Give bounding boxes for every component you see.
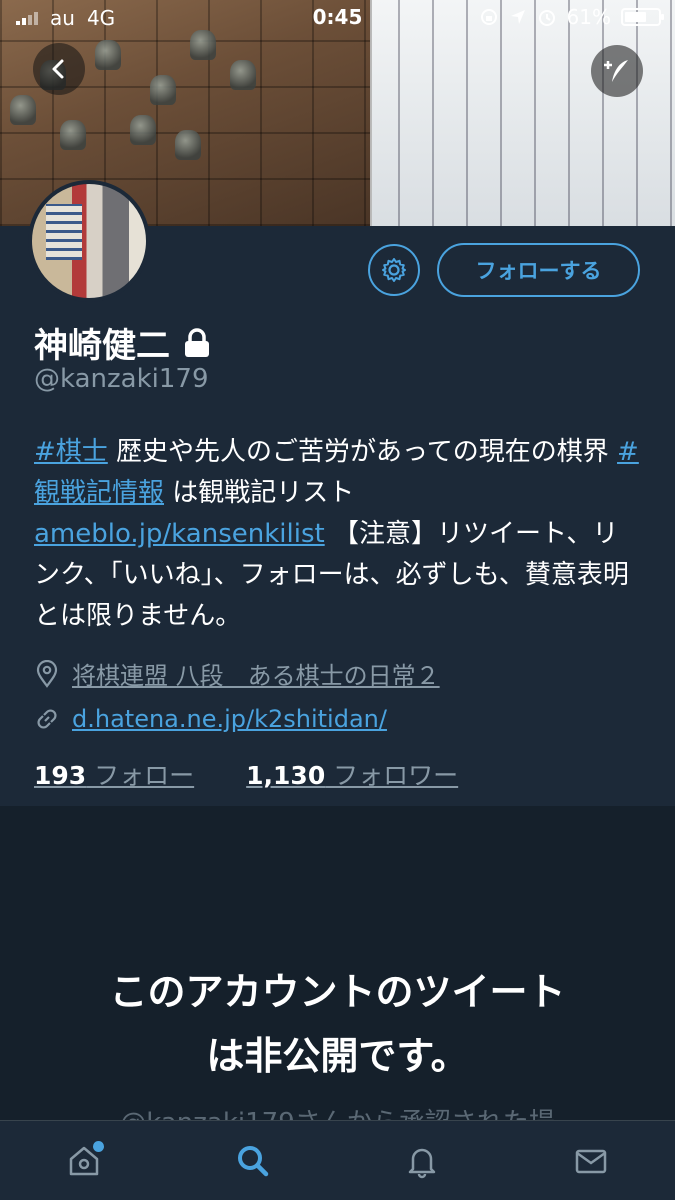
search-icon [238,1145,269,1176]
follow-counts: 193 フォロー 1,130 フォロワー [34,756,458,792]
link-icon [37,709,57,729]
bell-icon [408,1148,436,1178]
tab-notifications[interactable] [382,1131,462,1191]
location-row: 将棋連盟 八段 ある棋士の日常２ [34,656,440,691]
bio-url-link[interactable]: ameblo.jp/kansenkilist [34,519,325,549]
private-account-notice: このアカウントのツイート は非公開です。 [0,960,675,1088]
avatar[interactable] [28,180,150,302]
followers-count: 1,130 [246,761,326,790]
hashtag-link[interactable]: #棋士 [34,437,108,467]
tab-home[interactable] [44,1131,124,1191]
lock-icon [185,327,209,357]
followers-label: フォロワー [325,761,459,790]
orientation-lock-icon [480,9,497,25]
status-bar: au 4G 0:45 61% [0,0,675,36]
back-button[interactable] [33,43,85,95]
location-pin-icon [36,659,58,688]
compose-feather-icon [604,60,628,82]
chevron-left-icon [52,59,64,79]
profile-name-row: 神崎健二 [34,318,212,367]
compose-tweet-button[interactable] [591,45,643,97]
mail-icon [575,1149,606,1173]
bio-text: 歴史や先人のご苦労があっての現在の棋界 [107,437,618,467]
following-count-link[interactable]: 193 フォロー [34,756,194,792]
website-row: d.hatena.ne.jp/k2shitidan/ [34,705,387,733]
alarm-icon [538,10,555,26]
battery-icon [621,8,664,26]
bio-text: は観戦記リスト [164,478,355,508]
profile-bio: #棋士 歴史や先人のご苦労があっての現在の棋界 #観戦記情報 は観戦記リスト a… [34,432,644,637]
following-count: 193 [34,761,87,790]
settings-button[interactable] [368,244,420,296]
follow-button[interactable]: フォローする [437,243,640,297]
following-label: フォロー [86,761,195,790]
notification-dot [93,1140,105,1152]
private-notice-line: は非公開です。 [206,1034,469,1078]
tab-messages[interactable] [551,1131,631,1191]
battery-percent: 61% [566,5,611,29]
bottom-tab-bar [0,1120,675,1200]
followers-count-link[interactable]: 1,130 フォロワー [246,756,458,792]
website-link[interactable]: d.hatena.ne.jp/k2shitidan/ [72,705,387,733]
profile-name: 神崎健二 [34,326,170,366]
location-icon [510,10,525,24]
tab-search[interactable] [213,1131,293,1191]
private-notice-line: このアカウントのツイート [109,970,566,1014]
profile-handle: @kanzaki179 [34,364,209,394]
location-text: 将棋連盟 八段 ある棋士の日常２ [72,662,440,690]
gear-icon [382,258,406,282]
